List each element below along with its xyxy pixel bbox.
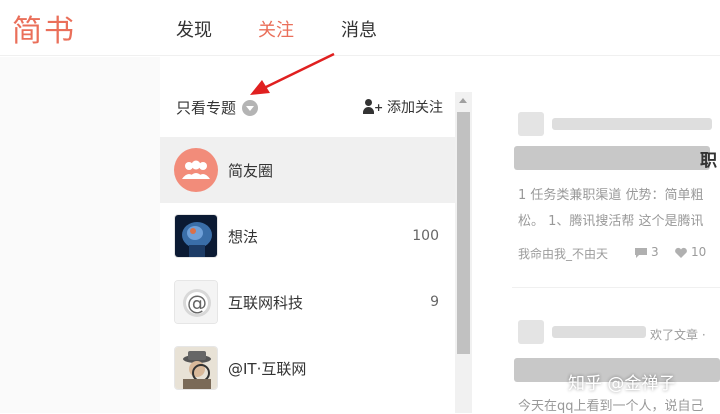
post-excerpt-line1: 1 任务类兼职渠道 优势：简单粗 [518,188,704,203]
following-list: 简友圈 想法 100 @ 互联网科技 9 @IT·互联网 [160,137,455,401]
nav-discover[interactable]: 发现 [176,16,212,42]
comment-icon [635,248,647,258]
like-count: 10 [691,245,707,259]
activity-text: 欢了文章 · [650,328,706,342]
author-line-blurred [552,118,712,130]
list-item-jianyouquan[interactable]: 简友圈 [160,137,455,203]
post-author[interactable]: 我命由我_不由天 [518,245,608,262]
post-title-tail[interactable]: 职 [700,146,717,171]
left-margin [0,57,160,413]
scrollbar-thumb[interactable] [457,112,470,354]
svg-text:@: @ [187,291,207,315]
list-item-xiangfa[interactable]: 想法 100 [160,203,455,269]
list-item-name: @IT·互联网 [228,359,307,378]
add-follow-label: 添加关注 [387,100,443,116]
comment-count: 3 [651,245,659,259]
brain-image [174,214,218,258]
users-icon [174,148,218,192]
nav-following[interactable]: 关注 [258,16,294,42]
article-count: 100 [412,228,439,244]
site-logo[interactable]: 简书 [12,6,76,50]
heart-icon [675,247,687,258]
list-item-name: 想法 [228,227,259,246]
nav-messages[interactable]: 消息 [341,16,377,42]
scroll-up-arrow-icon[interactable] [459,98,467,103]
article-count: 9 [430,294,439,310]
scrollbar[interactable] [455,92,472,413]
at-sign-image: @ [174,280,218,324]
detective-image [174,346,218,390]
add-user-icon: + [363,99,383,115]
following-panel: 只看专题 + 添加关注 简友圈 想法 100 @ 互联网科技 9 @IT·互联网 [160,57,455,413]
list-item-name: 简友圈 [228,161,274,180]
author-line-blurred [552,326,646,338]
list-item-name: 互联网科技 [228,293,304,312]
list-item-internet-tech[interactable]: @ 互联网科技 9 [160,269,455,335]
top-navbar: 简书 发现 关注 消息 [0,0,720,56]
author-avatar[interactable] [518,112,544,136]
author-avatar[interactable] [518,320,544,344]
post-excerpt-line2: 松。 1、腾讯搜活帮 这个是腾讯 [518,214,704,229]
post-title-blurred[interactable] [514,146,710,170]
post-excerpt-line1: 今天在qq上看到一个人，说自己 [518,399,704,414]
list-item-it-internet[interactable]: @IT·互联网 [160,335,455,401]
filter-label: 只看专题 [176,99,237,117]
add-follow-button[interactable]: + 添加关注 [363,97,443,117]
feed-divider [512,287,720,288]
zhihu-watermark: 知乎 @金禅子 [568,374,676,394]
red-arrow-annotation [250,52,335,95]
